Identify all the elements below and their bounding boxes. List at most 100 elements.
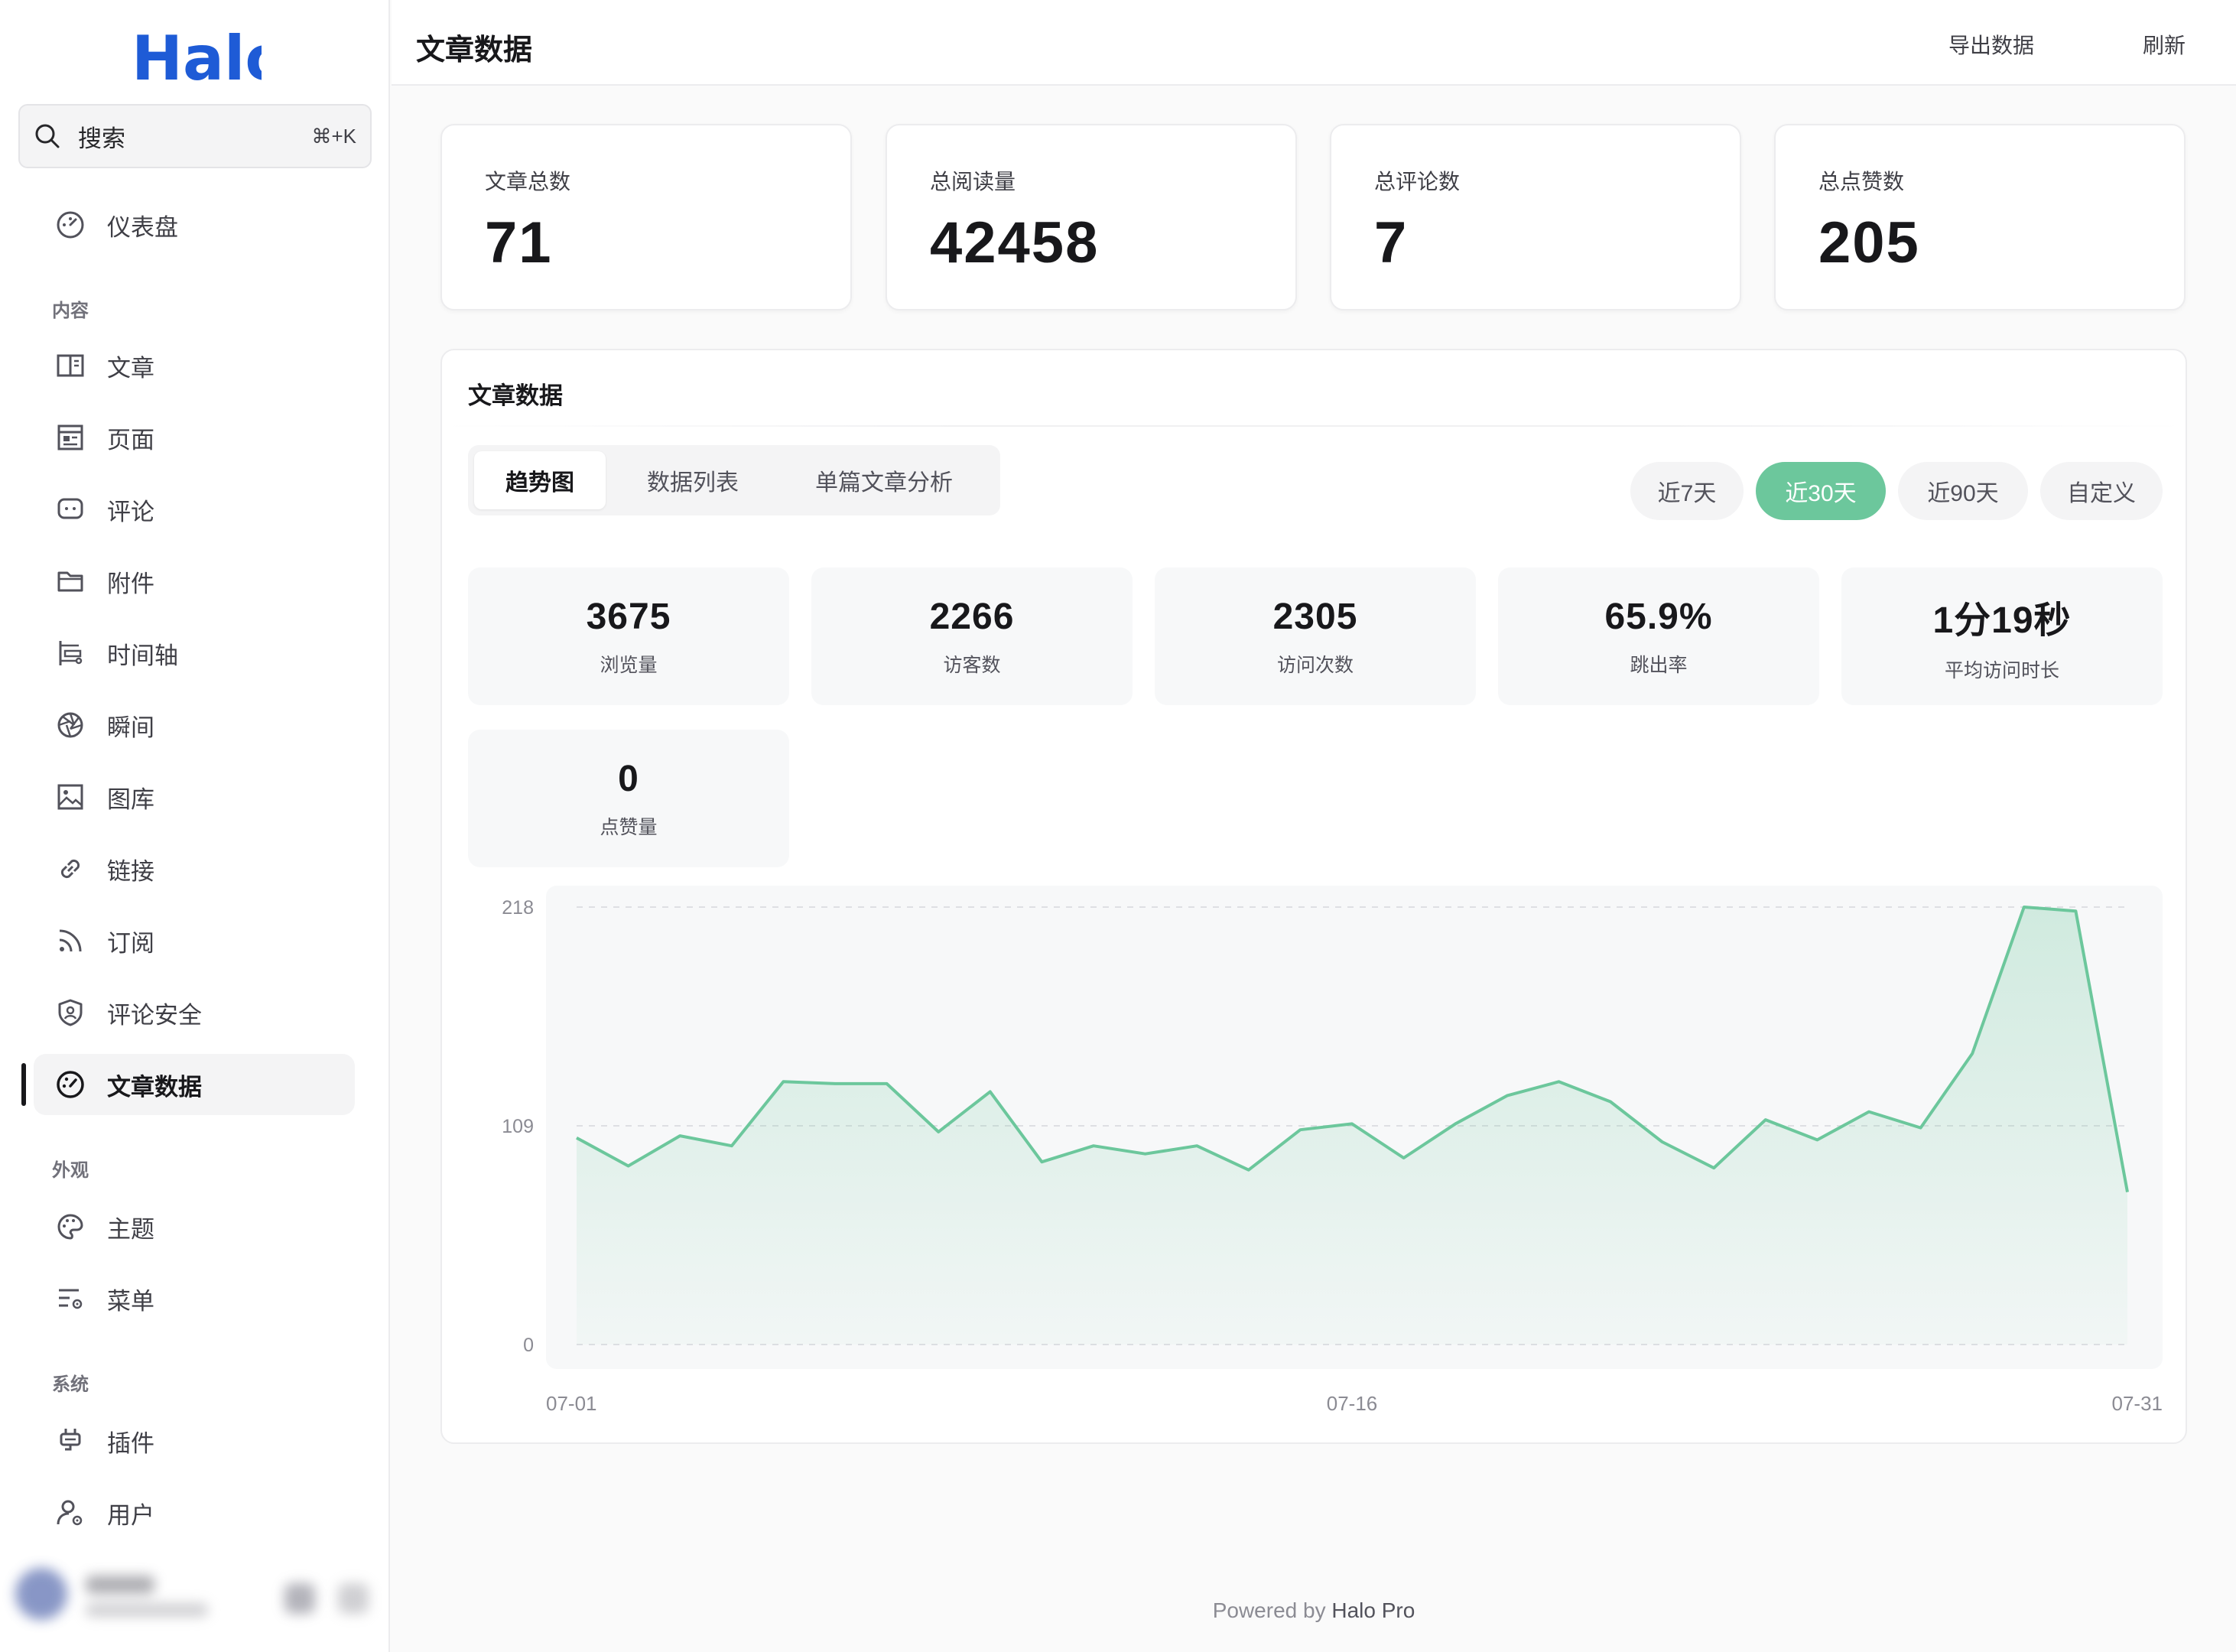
data-point[interactable] — [1968, 1050, 1976, 1058]
data-point[interactable] — [728, 1142, 736, 1150]
data-point[interactable] — [986, 1088, 994, 1095]
active-indicator — [21, 1063, 26, 1106]
stat-value: 205 — [1818, 210, 1920, 275]
tab-data-list[interactable]: 数据列表 — [618, 451, 768, 509]
sidebar-item-links[interactable]: 链接 — [34, 838, 355, 899]
sidebar-item-posts[interactable]: 文章 — [34, 335, 355, 396]
data-point[interactable] — [1348, 1120, 1356, 1127]
stat-card-views: 总阅读量 42458 — [886, 124, 1297, 311]
data-point[interactable] — [1555, 1078, 1562, 1085]
metric-label: 访客数 — [943, 654, 1001, 676]
metric-label: 跳出率 — [1630, 654, 1688, 676]
data-point[interactable] — [1142, 1150, 1149, 1158]
top-header: 文章数据 导出数据 刷新 — [392, 0, 2236, 86]
sidebar-item-comments[interactable]: 评论 — [34, 479, 355, 540]
link-icon — [55, 854, 86, 884]
sidebar-item-label: 文章数据 — [107, 1073, 202, 1101]
data-point[interactable] — [2072, 907, 2079, 915]
search-box[interactable]: 搜索 ⌘+K — [18, 104, 372, 168]
sidebar-item-pages[interactable]: 页面 — [34, 407, 355, 468]
tab-single-post-analysis[interactable]: 单篇文章分析 — [774, 451, 994, 509]
sidebar-item-comment-security[interactable]: 评论安全 — [34, 982, 355, 1043]
data-point[interactable] — [1710, 1164, 1718, 1172]
data-point[interactable] — [1762, 1116, 1770, 1124]
range-30d-button[interactable]: 近30天 — [1756, 462, 1886, 520]
sidebar-item-menus[interactable]: 菜单 — [34, 1268, 355, 1329]
footer-brand[interactable]: Halo Pro — [1331, 1598, 1415, 1622]
search-label: 搜索 — [78, 125, 125, 152]
sidebar-item-label: 附件 — [107, 570, 154, 597]
metric-value: 3675 — [586, 596, 671, 637]
metric-value: 2266 — [929, 596, 1015, 637]
metric-pageviews: 3675 浏览量 — [468, 567, 789, 705]
sidebar-item-moments[interactable]: 瞬间 — [34, 694, 355, 756]
data-point[interactable] — [883, 1080, 891, 1088]
stat-label: 总点赞数 — [1818, 170, 1905, 193]
sidebar-item-attachments[interactable]: 附件 — [34, 551, 355, 612]
metric-value: 1分19秒 — [1932, 600, 2072, 641]
panel-title: 文章数据 — [468, 382, 563, 409]
y-tick-label: 109 — [502, 1116, 534, 1137]
export-data-button[interactable]: 导出数据 — [1948, 29, 2034, 60]
sidebar-item-label: 链接 — [107, 857, 154, 885]
range-custom-button[interactable]: 自定义 — [2040, 462, 2163, 520]
group-title-appearance: 外观 — [52, 1160, 89, 1181]
data-point[interactable] — [1659, 1138, 1666, 1146]
halo-logo[interactable]: Halo — [132, 23, 262, 92]
post-data-panel: 文章数据 趋势图 数据列表 单篇文章分析 近7天 近30天 近90天 自定义 3… — [440, 349, 2187, 1444]
data-point[interactable] — [676, 1132, 684, 1140]
sidebar-item-label: 瞬间 — [107, 714, 154, 741]
sidebar-item-label: 图库 — [107, 785, 154, 813]
sidebar-item-label: 插件 — [107, 1429, 154, 1457]
range-90d-button[interactable]: 近90天 — [1898, 462, 2028, 520]
stat-card-posts: 文章总数 71 — [440, 124, 852, 311]
data-point[interactable] — [1090, 1142, 1097, 1150]
data-point[interactable] — [2020, 903, 2028, 911]
metric-value: 65.9% — [1604, 596, 1713, 637]
sidebar-item-themes[interactable]: 主题 — [34, 1196, 355, 1257]
range-7d-button[interactable]: 近7天 — [1630, 462, 1744, 520]
data-point[interactable] — [2124, 1189, 2131, 1196]
sidebar-item-dashboard[interactable]: 仪表盘 — [34, 194, 355, 255]
data-point[interactable] — [1917, 1124, 1925, 1132]
sidebar-item-label: 仪表盘 — [107, 213, 178, 241]
data-point[interactable] — [1451, 1120, 1459, 1127]
search-shortcut: ⌘+K — [311, 124, 356, 148]
user-profile[interactable] — [9, 1553, 376, 1637]
y-tick-label: 218 — [502, 897, 534, 919]
sidebar-item-plugins[interactable]: 插件 — [34, 1410, 355, 1472]
search-icon — [34, 122, 61, 150]
plug-icon — [55, 1426, 86, 1456]
sidebar-item-timeline[interactable]: 时间轴 — [34, 623, 355, 684]
refresh-button[interactable]: 刷新 — [2143, 29, 2186, 60]
data-point[interactable] — [1503, 1092, 1511, 1100]
stat-value: 7 — [1374, 210, 1409, 275]
data-point[interactable] — [1296, 1126, 1304, 1133]
sidebar-item-users[interactable]: 用户 — [34, 1482, 355, 1543]
stat-label: 总评论数 — [1374, 170, 1461, 193]
data-point[interactable] — [1400, 1154, 1408, 1162]
stat-label: 总阅读量 — [930, 170, 1016, 193]
sidebar-item-gallery[interactable]: 图库 — [34, 766, 355, 828]
stat-value: 42458 — [930, 210, 1100, 275]
data-point[interactable] — [573, 1134, 580, 1142]
user-settings-icon — [55, 1498, 86, 1528]
sidebar-item-post-data[interactable]: 文章数据 — [34, 1054, 355, 1115]
data-point[interactable] — [1245, 1166, 1253, 1174]
data-point[interactable] — [934, 1128, 942, 1136]
data-point[interactable] — [779, 1078, 787, 1085]
data-point[interactable] — [1607, 1098, 1614, 1106]
sidebar-item-subscribe[interactable]: 订阅 — [34, 910, 355, 971]
tab-trend[interactable]: 趋势图 — [474, 451, 606, 509]
data-point[interactable] — [831, 1080, 839, 1088]
data-point[interactable] — [1193, 1142, 1201, 1150]
data-point[interactable] — [1865, 1108, 1873, 1116]
group-title-system: 系统 — [52, 1374, 89, 1395]
menu-settings-icon — [55, 1283, 86, 1314]
data-point[interactable] — [625, 1162, 632, 1169]
data-point[interactable] — [1813, 1136, 1821, 1143]
stat-label: 文章总数 — [485, 170, 571, 193]
data-point[interactable] — [1038, 1158, 1045, 1166]
trend-chart-svg: 0 109 218 07-01 07-16 07-31 — [502, 886, 2163, 1415]
sidebar-item-label: 文章 — [107, 354, 154, 382]
